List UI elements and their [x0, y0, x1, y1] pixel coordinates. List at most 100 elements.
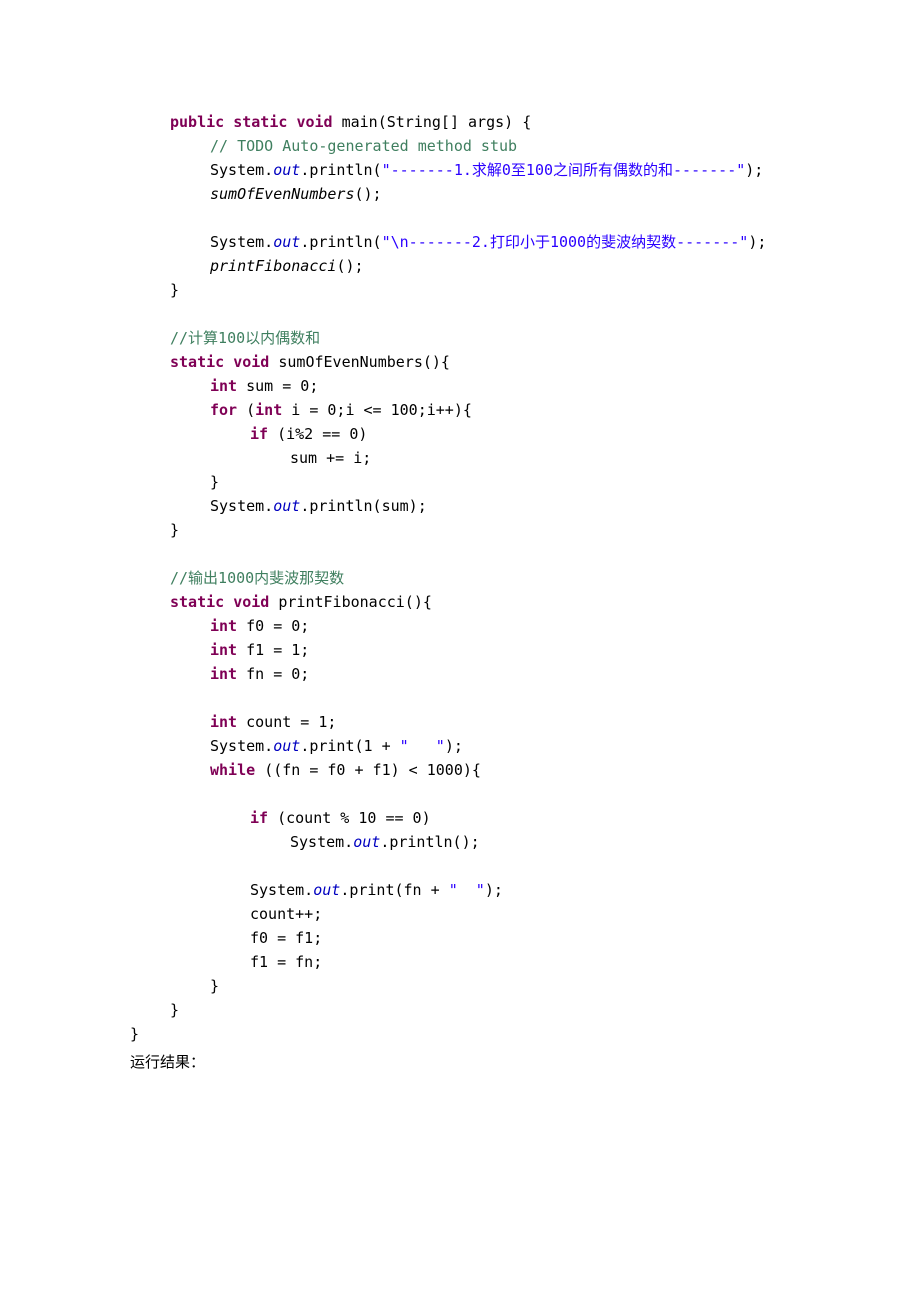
code-line: }	[130, 1022, 790, 1046]
code-line: }	[130, 998, 790, 1022]
keyword-void: void	[233, 353, 269, 371]
blank-line	[130, 854, 790, 878]
static-field: out	[313, 881, 340, 899]
code-text: System.	[210, 497, 273, 515]
comment: //计算100以内偶数和	[170, 329, 320, 347]
code-line: public static void main(String[] args) {	[130, 110, 790, 134]
code-line: System.out.print(fn + " ");	[130, 878, 790, 902]
code-line: int count = 1;	[130, 710, 790, 734]
keyword-int: int	[210, 641, 237, 659]
code-text: ();	[355, 185, 382, 203]
code-text: fn = 0;	[237, 665, 309, 683]
code-line: int f0 = 0;	[130, 614, 790, 638]
code-line: // TODO Auto-generated method stub	[130, 134, 790, 158]
keyword-int: int	[210, 665, 237, 683]
comment: //输出1000内斐波那契数	[170, 569, 344, 587]
code-text: (i%2 == 0)	[277, 425, 367, 443]
code-line: sum += i;	[130, 446, 790, 470]
code-line: for (int i = 0;i <= 100;i++){	[130, 398, 790, 422]
code-line: System.out.println(sum);	[130, 494, 790, 518]
result-label: 运行结果：	[130, 1051, 790, 1075]
string-literal: "\n-------2.打印小于1000的斐波纳契数-------"	[382, 233, 749, 251]
code-line: System.out.println("\n-------2.打印小于1000的…	[130, 230, 790, 254]
code-text: );	[485, 881, 503, 899]
code-text: i = 0;i <= 100;i++){	[282, 401, 472, 419]
static-field: out	[273, 161, 300, 179]
code-line: }	[130, 974, 790, 998]
keyword-int: int	[210, 713, 237, 731]
code-text: ();	[336, 257, 363, 275]
code-text: printFibonacci(){	[269, 593, 432, 611]
keyword-int: int	[210, 617, 237, 635]
code-text: (	[246, 401, 255, 419]
keyword-int: int	[255, 401, 282, 419]
blank-line	[130, 542, 790, 566]
code-text: }	[170, 521, 179, 539]
code-text: .println(	[300, 233, 381, 251]
keyword-int: int	[210, 377, 237, 395]
code-text: f0 = 0;	[237, 617, 309, 635]
string-literal: " "	[400, 737, 445, 755]
code-text: .print(fn +	[340, 881, 448, 899]
code-text: count++;	[250, 905, 322, 923]
code-line: //输出1000内斐波那契数	[130, 566, 790, 590]
code-line: if (count % 10 == 0)	[130, 806, 790, 830]
code-text: f1 = 1;	[237, 641, 309, 659]
keyword-void: void	[233, 593, 269, 611]
keyword-static: static	[170, 353, 233, 371]
code-line: int f1 = 1;	[130, 638, 790, 662]
code-text: System.	[250, 881, 313, 899]
code-text: sum += i;	[290, 449, 371, 467]
code-text: );	[748, 233, 766, 251]
keyword-void: void	[296, 113, 332, 131]
code-line: static void sumOfEvenNumbers(){	[130, 350, 790, 374]
code-text: (count % 10 == 0)	[277, 809, 431, 827]
code-line: }	[130, 278, 790, 302]
code-text: sum = 0;	[237, 377, 318, 395]
code-line: System.out.println();	[130, 830, 790, 854]
static-field: out	[273, 737, 300, 755]
code-line: while ((fn = f0 + f1) < 1000){	[130, 758, 790, 782]
code-text: count = 1;	[237, 713, 336, 731]
code-text: System.	[210, 737, 273, 755]
code-text: }	[170, 1001, 179, 1019]
code-line: }	[130, 470, 790, 494]
code-text: }	[170, 281, 179, 299]
code-text: sumOfEvenNumbers(){	[269, 353, 450, 371]
code-line: int fn = 0;	[130, 662, 790, 686]
blank-line	[130, 686, 790, 710]
static-field: out	[353, 833, 380, 851]
code-line: System.out.println("-------1.求解0至100之间所有…	[130, 158, 790, 182]
code-text: f1 = fn;	[250, 953, 322, 971]
code-text: .println();	[380, 833, 479, 851]
blank-line	[130, 302, 790, 326]
code-text: );	[445, 737, 463, 755]
keyword-static: static	[233, 113, 296, 131]
code-line: static void printFibonacci(){	[130, 590, 790, 614]
code-text: }	[210, 977, 219, 995]
code-line: sumOfEvenNumbers();	[130, 182, 790, 206]
code-text: }	[130, 1025, 139, 1043]
code-line: }	[130, 518, 790, 542]
static-field: out	[273, 233, 300, 251]
code-line: if (i%2 == 0)	[130, 422, 790, 446]
keyword-while: while	[210, 761, 264, 779]
code-text: }	[210, 473, 219, 491]
static-field: out	[273, 497, 300, 515]
code-text: System.	[210, 161, 273, 179]
code-text: );	[745, 161, 763, 179]
static-call: printFibonacci	[210, 257, 336, 275]
blank-line	[130, 206, 790, 230]
document-page: public static void main(String[] args) {…	[0, 0, 920, 1135]
keyword-if: if	[250, 425, 277, 443]
code-line: f1 = fn;	[130, 950, 790, 974]
string-literal: "-------1.求解0至100之间所有偶数的和-------"	[382, 161, 746, 179]
code-text: System.	[210, 233, 273, 251]
keyword-public: public	[170, 113, 233, 131]
keyword-static: static	[170, 593, 233, 611]
static-call: sumOfEvenNumbers	[210, 185, 355, 203]
keyword-for: for	[210, 401, 246, 419]
code-line: printFibonacci();	[130, 254, 790, 278]
string-literal: " "	[449, 881, 485, 899]
code-text: ((fn = f0 + f1) < 1000){	[264, 761, 481, 779]
